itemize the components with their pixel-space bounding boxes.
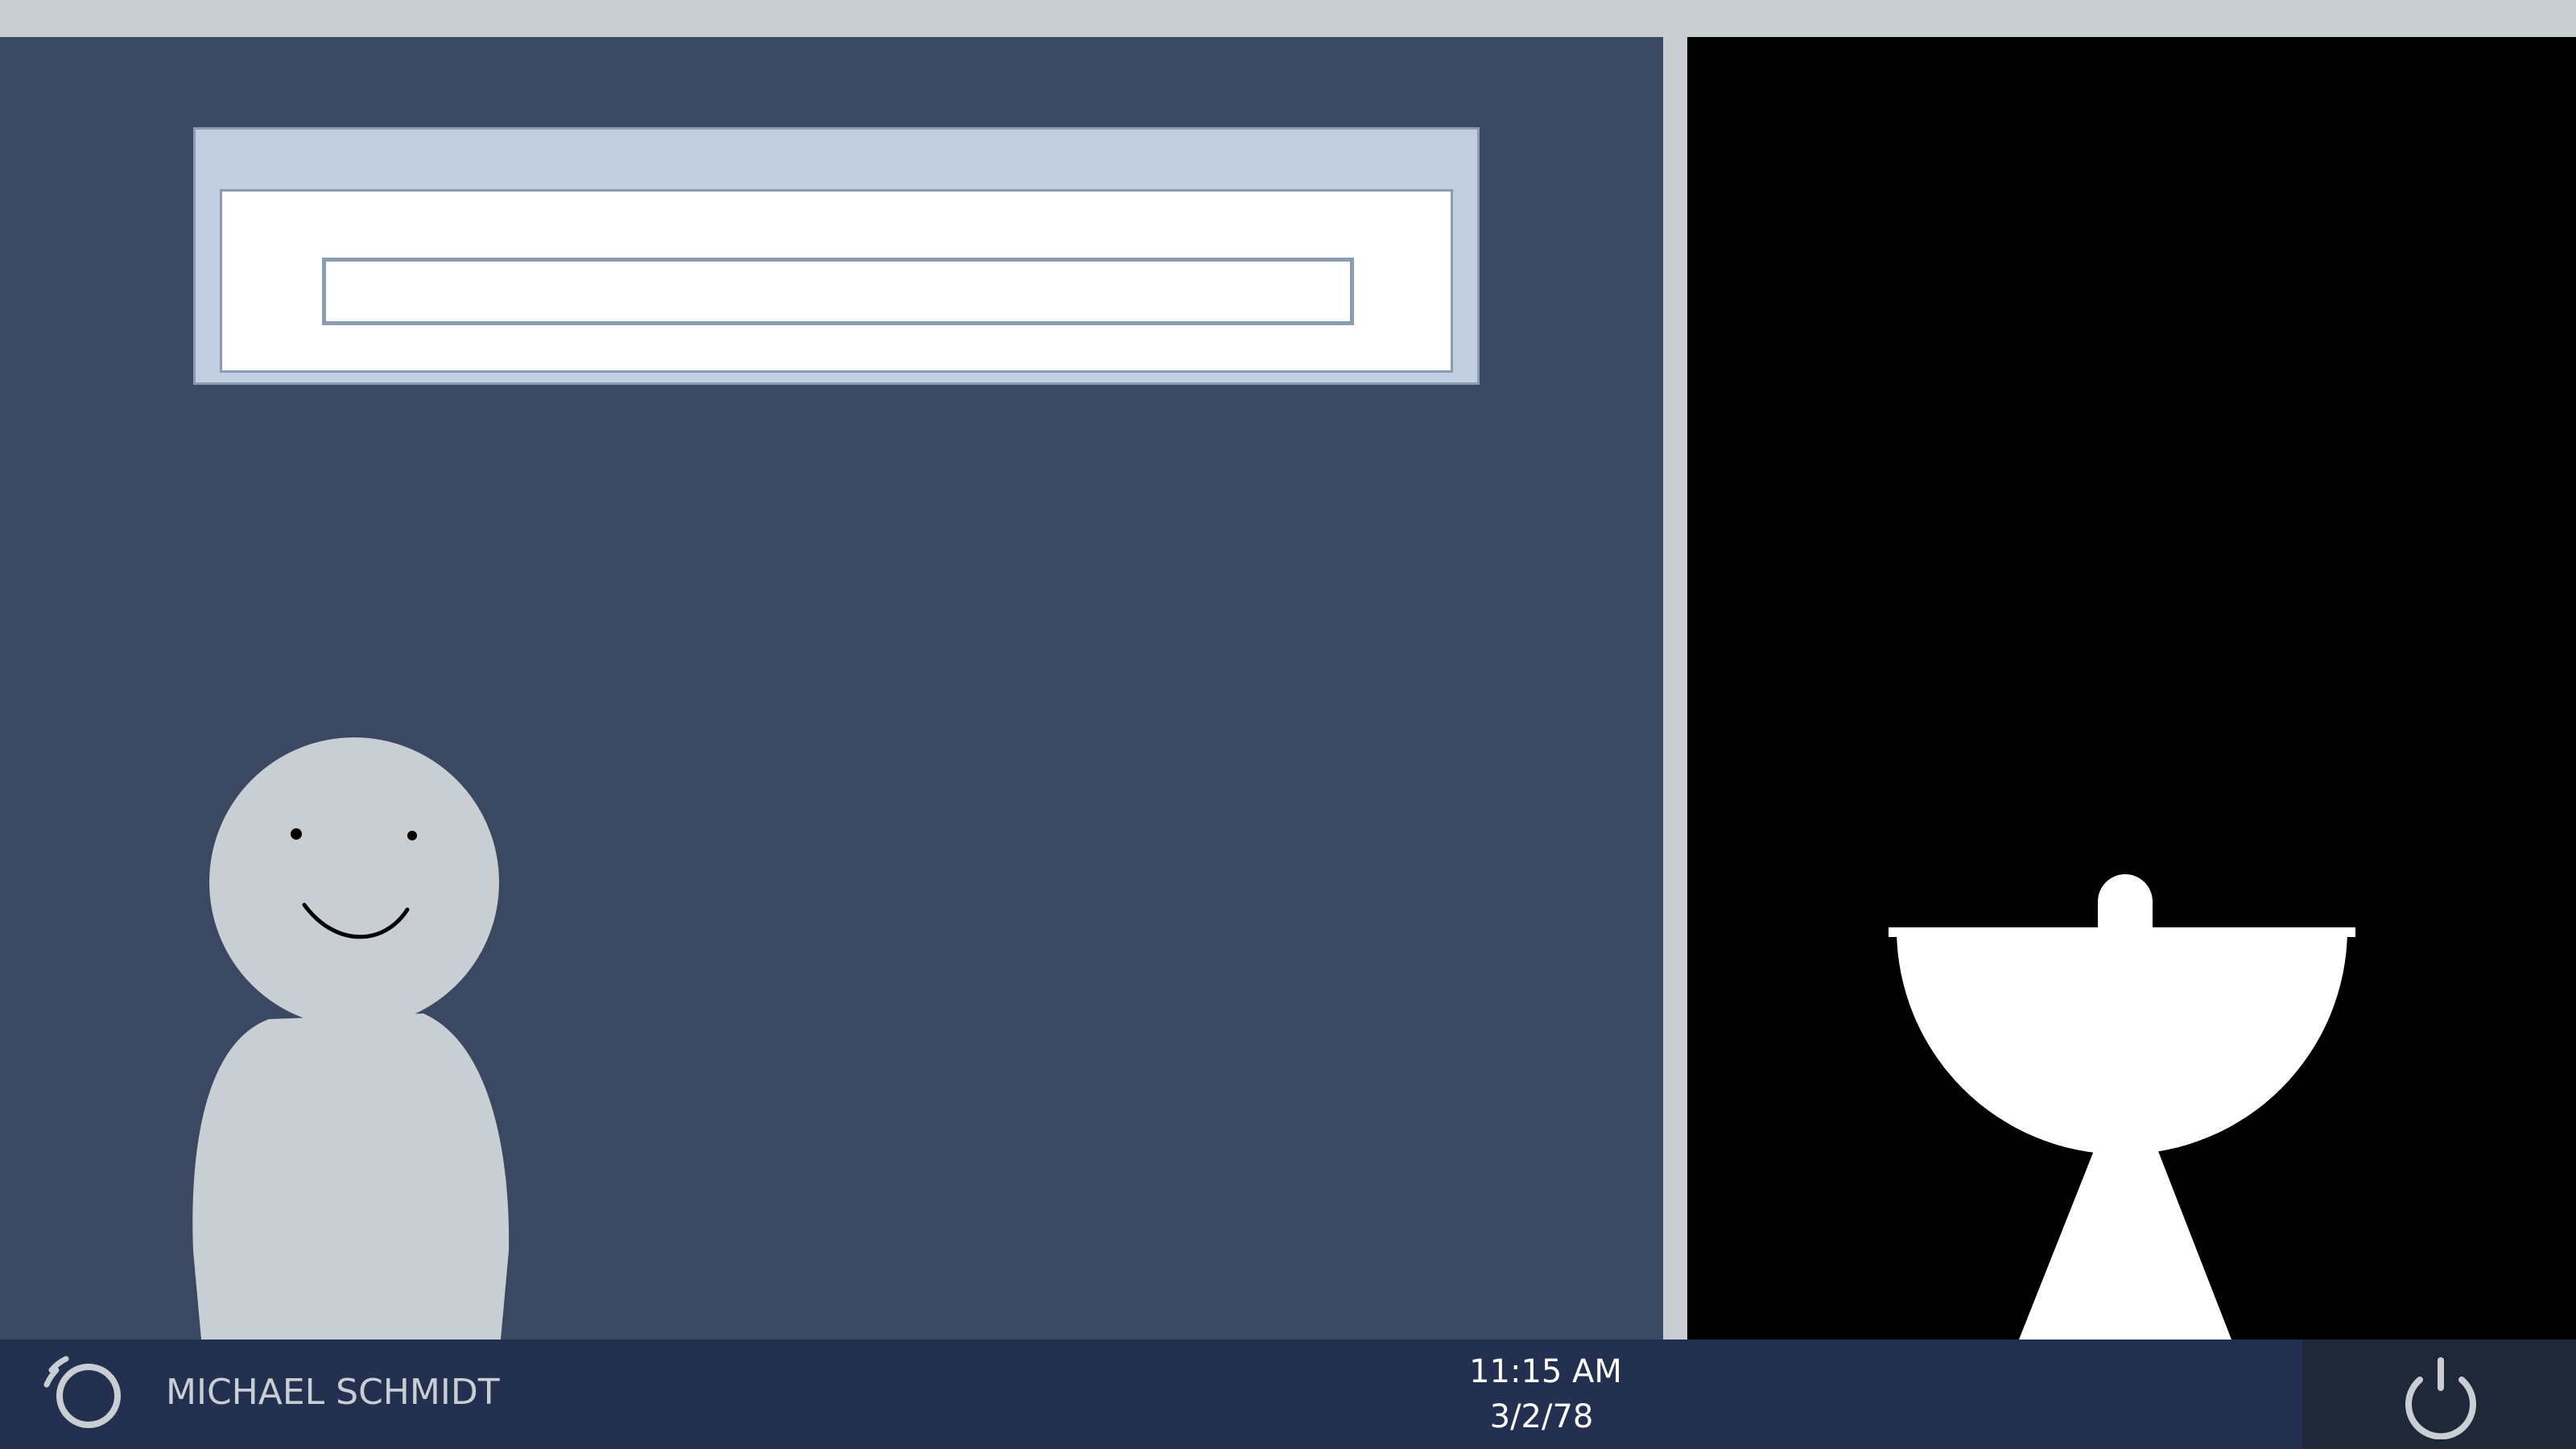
text-input[interactable]: [322, 258, 1354, 325]
input-dialog: [193, 127, 1480, 385]
top-strip: [0, 0, 2576, 37]
trophy-icon: [1889, 874, 2355, 1340]
panel-divider: [1663, 37, 1687, 1340]
clock: 11:15 AM 3/2/78: [1417, 1349, 1674, 1439]
user-name: MICHAEL SCHMIDT: [166, 1372, 500, 1413]
clock-time: 11:15 AM: [1469, 1353, 1622, 1390]
user-avatar-icon: [192, 737, 510, 1340]
power-icon[interactable]: [2396, 1349, 2486, 1439]
restart-icon[interactable]: [39, 1349, 127, 1438]
desktop-screen: MICHAEL SCHMIDT 11:15 AM 3/2/78: [0, 0, 2576, 1449]
input-dialog-body: [220, 189, 1453, 373]
clock-date: 3/2/78: [1489, 1398, 1594, 1435]
